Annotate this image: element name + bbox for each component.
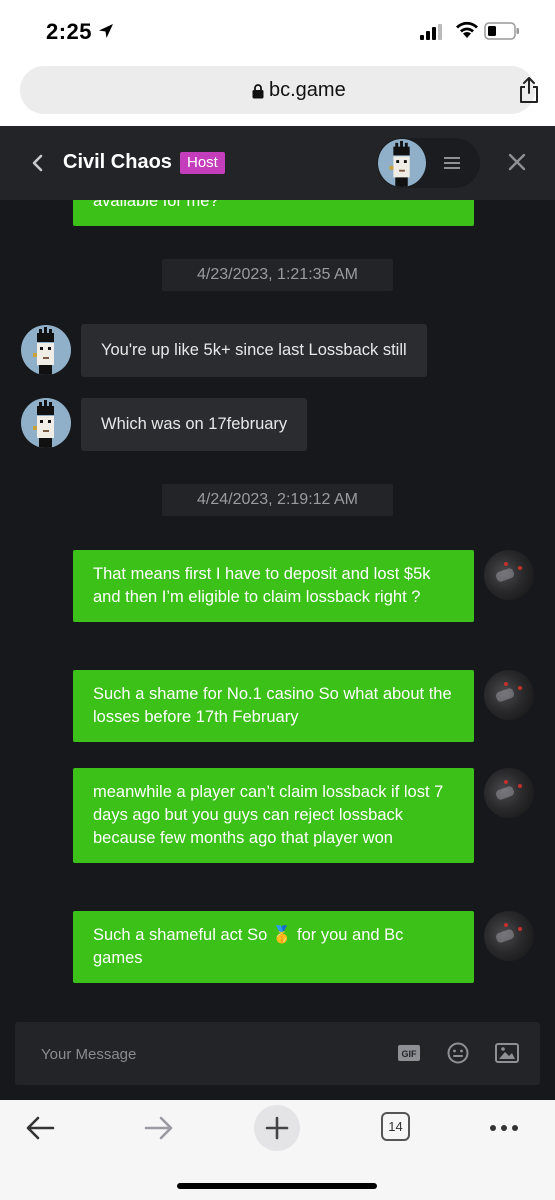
lock-icon — [252, 84, 264, 99]
user-avatar — [484, 550, 534, 600]
medal-emoji: 🥇 — [271, 926, 293, 944]
location-arrow-icon — [99, 24, 113, 38]
battery-icon — [484, 22, 519, 40]
more-icon[interactable] — [489, 1124, 519, 1132]
user-avatar — [484, 768, 534, 818]
browser-toolbar: 14 — [0, 1100, 555, 1200]
screen: 2:25 bc.game Civil Chaos Host available … — [0, 0, 555, 1200]
back-chevron-icon[interactable] — [30, 153, 46, 173]
svg-text:GIF: GIF — [402, 1049, 418, 1059]
status-time: 2:25 — [46, 19, 93, 44]
message-bubble-outgoing: That means first I have to deposit and l… — [73, 550, 474, 622]
pixel-avatar-icon — [33, 400, 54, 448]
message-bubble-outgoing: Such a shame for No.1 casino So what abo… — [73, 670, 474, 742]
cell-signal-icon — [420, 24, 442, 40]
user-menu-toggle[interactable] — [377, 138, 480, 188]
emoji-icon[interactable] — [447, 1042, 469, 1064]
browser-address-area: bc.game — [0, 62, 555, 126]
close-icon[interactable] — [506, 151, 528, 173]
host-avatar — [21, 325, 71, 375]
gif-icon[interactable]: GIF — [398, 1045, 420, 1061]
message-text: Such a shameful act So — [93, 926, 272, 944]
image-upload-icon[interactable] — [495, 1043, 519, 1063]
user-avatar — [484, 670, 534, 720]
timestamp-divider: 4/23/2023, 1:21:35 AM — [162, 259, 393, 291]
tabs-button[interactable]: 14 — [381, 1112, 410, 1141]
forward-arrow-icon[interactable] — [143, 1114, 175, 1142]
home-indicator — [177, 1183, 377, 1189]
message-bubble-outgoing: Such a shameful act So 🥇 for you and Bc … — [73, 911, 474, 983]
plus-icon — [265, 1116, 289, 1140]
chat-header: Civil Chaos Host — [0, 126, 555, 200]
message-bubble-outgoing: meanwhile a player can’t claim lossback … — [73, 768, 474, 863]
pixel-avatar-icon — [33, 327, 54, 375]
pixel-avatar-icon — [389, 140, 410, 187]
wifi-icon — [456, 21, 478, 38]
url-text: bc.game — [269, 79, 346, 101]
new-tab-button[interactable] — [254, 1105, 300, 1151]
share-icon[interactable] — [518, 77, 540, 104]
message-composer: GIF — [0, 1008, 555, 1100]
address-bar[interactable]: bc.game — [20, 66, 538, 114]
status-bar: 2:25 — [0, 0, 555, 62]
chat-title: Civil Chaos — [63, 151, 172, 173]
message-input[interactable] — [41, 1042, 341, 1066]
host-badge: Host — [180, 152, 225, 174]
user-avatar — [484, 911, 534, 961]
message-list[interactable]: available for me? 4/23/2023, 1:21:35 AM … — [0, 200, 555, 1008]
message-bubble-incoming: You're up like 5k+ since last Lossback s… — [81, 324, 427, 377]
message-bubble-outgoing: available for me? — [73, 200, 474, 226]
host-avatar — [378, 139, 426, 187]
timestamp-divider: 4/24/2023, 2:19:12 AM — [162, 484, 393, 516]
message-input-box: GIF — [15, 1022, 540, 1085]
hamburger-menu-icon — [444, 157, 460, 169]
message-bubble-incoming: Which was on 17february — [81, 398, 308, 451]
back-arrow-icon[interactable] — [24, 1114, 56, 1142]
host-avatar — [21, 398, 71, 448]
